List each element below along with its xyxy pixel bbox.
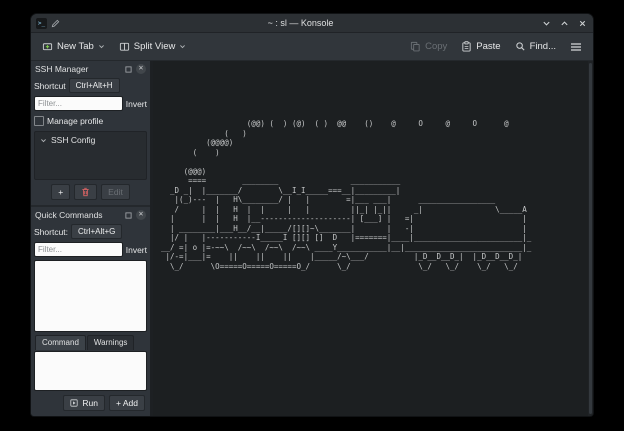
maximize-button[interactable] xyxy=(559,18,570,29)
terminal-scrollbar[interactable] xyxy=(588,61,593,416)
qc-invert-label[interactable]: Invert xyxy=(126,245,147,255)
quick-commands-title: Quick Commands xyxy=(35,210,103,220)
run-icon xyxy=(70,399,78,407)
tab-warnings[interactable]: Warnings xyxy=(87,335,135,350)
close-panel-button[interactable]: ✕ xyxy=(136,64,146,74)
menu-button[interactable] xyxy=(566,39,586,55)
hamburger-icon xyxy=(570,42,582,52)
qc-filter-row: Invert xyxy=(34,242,147,257)
split-view-label: Split View xyxy=(134,41,176,52)
add-ssh-button[interactable]: + xyxy=(51,184,70,200)
terminal[interactable]: (@@) ( ) (@) ( ) @@ () @ O @ O @ ( ) (@@… xyxy=(153,61,593,416)
chevron-up-icon xyxy=(560,19,569,28)
split-view-button[interactable]: Split View xyxy=(115,38,191,55)
close-panel-button[interactable]: ✕ xyxy=(136,210,146,220)
delete-ssh-button[interactable] xyxy=(74,184,97,200)
terminal-art: (@@) ( ) (@) ( ) @@ () @ O @ O @ ( ) (@@… xyxy=(161,119,536,271)
expander-chevron-icon[interactable] xyxy=(39,136,48,145)
ssh-manager-header[interactable]: SSH Manager ✕ xyxy=(34,63,147,75)
qc-filter-input[interactable] xyxy=(34,242,123,257)
float-panel-icon[interactable] xyxy=(124,65,133,74)
tree-item-ssh-config[interactable]: SSH Config xyxy=(37,134,144,146)
add-command-button[interactable]: + Add xyxy=(109,395,145,411)
qc-shortcut-label: Shortcut: xyxy=(34,227,68,237)
copy-icon xyxy=(410,41,421,52)
edit-ssh-button[interactable]: Edit xyxy=(101,184,130,200)
float-panel-icon[interactable] xyxy=(124,211,133,220)
ssh-shortcut-button[interactable]: Ctrl+Alt+H xyxy=(69,78,120,93)
ssh-filter-input[interactable] xyxy=(34,96,123,111)
window-title: ~ : sl — Konsole xyxy=(64,18,537,28)
desktop-background: >_ ~ : sl — Konsole xyxy=(0,0,624,431)
search-icon xyxy=(515,41,526,52)
ssh-manager-panel: SSH Manager ✕ Shortcut Ctrl+Alt+H Invert xyxy=(31,61,150,207)
manage-profile-checkbox[interactable] xyxy=(34,116,44,126)
ssh-filter-row: Invert xyxy=(34,96,147,111)
ssh-invert-label[interactable]: Invert xyxy=(126,99,147,109)
manage-profile-row: Manage profile xyxy=(34,114,147,128)
quick-commands-panel: Quick Commands ✕ Shortcut: Ctrl+Alt+G In… xyxy=(31,207,150,416)
quick-commands-list[interactable] xyxy=(34,260,147,332)
ssh-shortcut-label: Shortcut xyxy=(34,81,66,91)
manage-profile-label: Manage profile xyxy=(47,116,103,126)
run-label: Run xyxy=(82,398,98,408)
qc-actions-row: Run + Add xyxy=(34,394,147,412)
chevron-down-icon xyxy=(98,43,105,50)
toolbar: New Tab Split View Copy xyxy=(31,33,593,61)
paste-button[interactable]: Paste xyxy=(457,38,504,55)
close-icon xyxy=(578,19,587,28)
paste-label: Paste xyxy=(476,41,500,52)
scrollbar-thumb[interactable] xyxy=(589,63,592,414)
window-content: SSH Manager ✕ Shortcut Ctrl+Alt+H Invert xyxy=(31,61,593,416)
titlebar[interactable]: >_ ~ : sl — Konsole xyxy=(31,14,593,33)
close-button[interactable] xyxy=(577,18,588,29)
ssh-shortcut-row: Shortcut Ctrl+Alt+H xyxy=(34,78,147,93)
copy-label: Copy xyxy=(425,41,447,52)
run-button[interactable]: Run xyxy=(63,395,105,411)
ssh-config-tree[interactable]: SSH Config xyxy=(34,131,147,180)
new-tab-label: New Tab xyxy=(57,41,94,52)
qc-shortcut-button[interactable]: Ctrl+Alt+G xyxy=(71,224,122,239)
ssh-actions-row: + Edit xyxy=(34,183,147,201)
quick-commands-header[interactable]: Quick Commands ✕ xyxy=(34,209,147,221)
new-tab-icon xyxy=(42,41,53,52)
chevron-down-icon xyxy=(179,43,186,50)
ssh-manager-title: SSH Manager xyxy=(35,64,88,74)
tree-item-label: SSH Config xyxy=(51,135,95,145)
pencil-icon xyxy=(51,19,60,28)
split-view-icon xyxy=(119,41,130,52)
copy-button[interactable]: Copy xyxy=(406,38,451,55)
chevron-down-icon xyxy=(542,19,551,28)
find-label: Find... xyxy=(530,41,556,52)
qc-tabs: Command Warnings xyxy=(34,335,147,350)
tab-command[interactable]: Command xyxy=(35,335,86,350)
sidebar: SSH Manager ✕ Shortcut Ctrl+Alt+H Invert xyxy=(31,61,150,416)
paste-icon xyxy=(461,41,472,52)
find-button[interactable]: Find... xyxy=(511,38,560,55)
minimize-button[interactable] xyxy=(541,18,552,29)
konsole-icon: >_ xyxy=(36,18,47,29)
window-controls xyxy=(541,18,588,29)
qc-shortcut-row: Shortcut: Ctrl+Alt+G xyxy=(34,224,147,239)
new-tab-button[interactable]: New Tab xyxy=(38,38,109,55)
command-textarea[interactable] xyxy=(34,351,147,391)
konsole-window: >_ ~ : sl — Konsole xyxy=(30,13,594,417)
trash-icon xyxy=(81,187,90,197)
